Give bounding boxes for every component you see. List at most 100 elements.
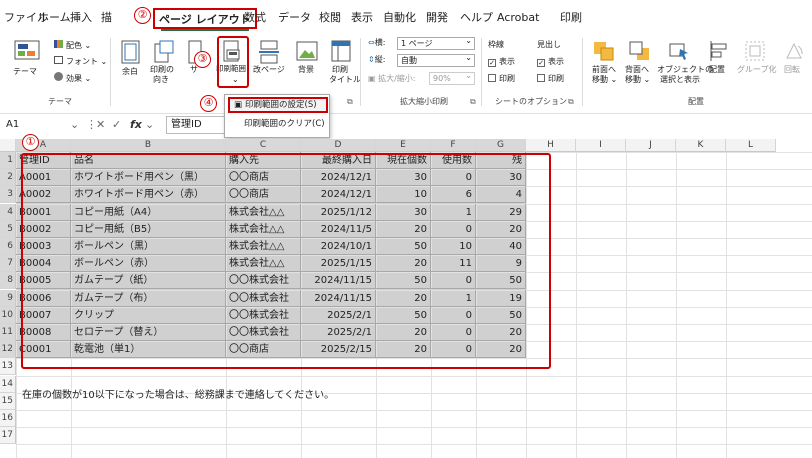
margins-label: 余白 (122, 67, 138, 76)
height-value: 自動 (401, 56, 417, 65)
tab-developer[interactable]: 開発 (426, 11, 448, 25)
set-print-area-item[interactable]: ▣ 印刷範囲の設定(S) (228, 97, 328, 113)
column-header-i[interactable]: I (576, 139, 626, 152)
scale-group-label: 拡大縮小印刷 (400, 97, 448, 106)
row-header-9[interactable]: 9 (0, 289, 16, 307)
column-header-d[interactable]: D (301, 139, 376, 152)
enter-icon[interactable]: ✓ (112, 117, 121, 132)
row-header-6[interactable]: 6 (0, 238, 16, 255)
gridlines-view-checkbox[interactable]: ✓ 表示 (488, 57, 515, 67)
tab-automate[interactable]: 自動化 (383, 11, 416, 25)
height-label: ⇕縦: (368, 55, 386, 64)
column-header-e[interactable]: E (376, 139, 431, 152)
tab-page-layout[interactable]: ページ レイアウト (153, 8, 257, 31)
row-header-13[interactable]: 13 (0, 358, 16, 376)
group-label: グループ化 (737, 65, 777, 74)
effects-label: 効果 (66, 74, 82, 83)
breaks-icon[interactable] (258, 40, 280, 64)
fonts-icon (54, 56, 63, 64)
row-header-15[interactable]: 15 (0, 392, 16, 410)
checkbox-icon (537, 74, 545, 82)
theme-label: テーマ (13, 67, 37, 76)
row-header-10[interactable]: 10 (0, 306, 16, 324)
column-header-j[interactable]: J (626, 139, 676, 152)
column-header-b[interactable]: B (71, 139, 226, 152)
print-area-menu: ▣ 印刷範囲の設定(S) 印刷範囲のクリア(C) (224, 94, 330, 138)
send-backward-icon[interactable] (628, 40, 652, 62)
rotate-label: 回転 (784, 65, 800, 74)
gridlines-print-checkbox[interactable]: 印刷 (488, 74, 515, 84)
orientation-icon[interactable] (153, 40, 175, 64)
row-header-4[interactable]: 4 (0, 203, 16, 221)
colors-button[interactable]: 配色 ⌄ (54, 40, 91, 51)
tab-data[interactable]: データ (278, 11, 311, 25)
tab-print[interactable]: 印刷 (560, 11, 582, 25)
column-header-f[interactable]: F (431, 139, 476, 152)
print-titles-label: 印刷 (332, 65, 348, 74)
align-icon[interactable] (708, 40, 730, 62)
width-value: 1 ページ (401, 39, 433, 48)
column-header-c[interactable]: C (226, 139, 301, 152)
colors-label: 配色 (66, 41, 82, 50)
selection-pane-icon[interactable] (668, 40, 692, 62)
column-header-l[interactable]: L (726, 139, 776, 152)
row-header-7[interactable]: 7 (0, 255, 16, 273)
clear-print-area-item[interactable]: 印刷範囲のクリア(C) (228, 117, 328, 133)
column-header-g[interactable]: G (476, 139, 526, 152)
send-backward-label: 背面へ (625, 65, 649, 74)
margins-icon[interactable] (120, 40, 142, 64)
formula-input[interactable]: 管理ID (166, 116, 226, 134)
column-header-h[interactable]: H (526, 139, 576, 152)
row-header-5[interactable]: 5 (0, 220, 16, 238)
row-header-16[interactable]: 16 (0, 410, 16, 427)
row-header-12[interactable]: 12 (0, 341, 16, 359)
fx-icon[interactable]: fx (130, 117, 142, 132)
width-dropdown[interactable]: 1 ページ (397, 35, 475, 50)
row-header-8[interactable]: 8 (0, 272, 16, 290)
height-icon: ⇕ (368, 55, 375, 64)
fonts-button[interactable]: フォント ⌄ (54, 56, 107, 67)
name-box-dropdown-icon[interactable]: ⌄ (70, 117, 79, 132)
headings-print-checkbox[interactable]: 印刷 (537, 74, 564, 84)
row-header-17[interactable]: 17 (0, 427, 16, 445)
tab-formulas[interactable]: 数式 (244, 11, 266, 25)
tab-view[interactable]: 表示 (351, 11, 373, 25)
height-dropdown[interactable]: 自動 (397, 52, 475, 67)
row-header-1[interactable]: 1 (0, 152, 16, 169)
highlight-print-area (217, 36, 249, 88)
bring-forward-icon[interactable] (592, 40, 616, 62)
gridline (16, 427, 812, 429)
checkbox-icon (488, 74, 496, 82)
cancel-icon[interactable]: ✕ (96, 117, 105, 132)
note-cell-a14[interactable]: 在庫の個数が10以下になった場合は、総務課まで連絡してください。 (22, 389, 334, 403)
group-icon[interactable] (744, 40, 766, 62)
tab-insert[interactable]: 挿入 (70, 11, 92, 25)
column-header-k[interactable]: K (676, 139, 726, 152)
row-header-3[interactable]: 3 (0, 186, 16, 204)
rotate-icon[interactable] (783, 40, 805, 62)
tab-help[interactable]: ヘルプ (460, 11, 493, 25)
zoom-spinner[interactable]: 90% (429, 70, 475, 85)
row-header-2[interactable]: 2 (0, 169, 16, 187)
gridline (16, 410, 812, 411)
sheet-options-group-label: シートのオプション (495, 97, 567, 106)
theme-icon[interactable] (14, 40, 40, 64)
tab-review[interactable]: 校閲 (319, 11, 341, 25)
scale-launcher-icon[interactable]: ⧉ (470, 97, 476, 107)
background-icon[interactable] (296, 40, 318, 64)
page-setup-launcher-icon[interactable]: ⧉ (347, 97, 353, 107)
sheet-options-launcher-icon[interactable]: ⧉ (568, 97, 574, 107)
print-titles-icon[interactable] (330, 40, 352, 64)
fx-dropdown-icon[interactable]: ⌄ (145, 117, 154, 132)
select-all-corner[interactable] (0, 139, 16, 152)
name-box[interactable]: A1 (4, 117, 62, 134)
tab-acrobat[interactable]: Acrobat (497, 11, 539, 25)
tab-draw[interactable]: 描 (101, 11, 112, 25)
tab-home[interactable]: ホーム (38, 11, 71, 25)
gridline (576, 152, 577, 458)
headings-view-checkbox[interactable]: ✓ 表示 (537, 57, 564, 67)
row-header-14[interactable]: 14 (0, 375, 16, 393)
callout-badge-3: ③ (194, 51, 211, 68)
row-header-11[interactable]: 11 (0, 324, 16, 341)
effects-button[interactable]: 効果 ⌄ (54, 72, 91, 84)
